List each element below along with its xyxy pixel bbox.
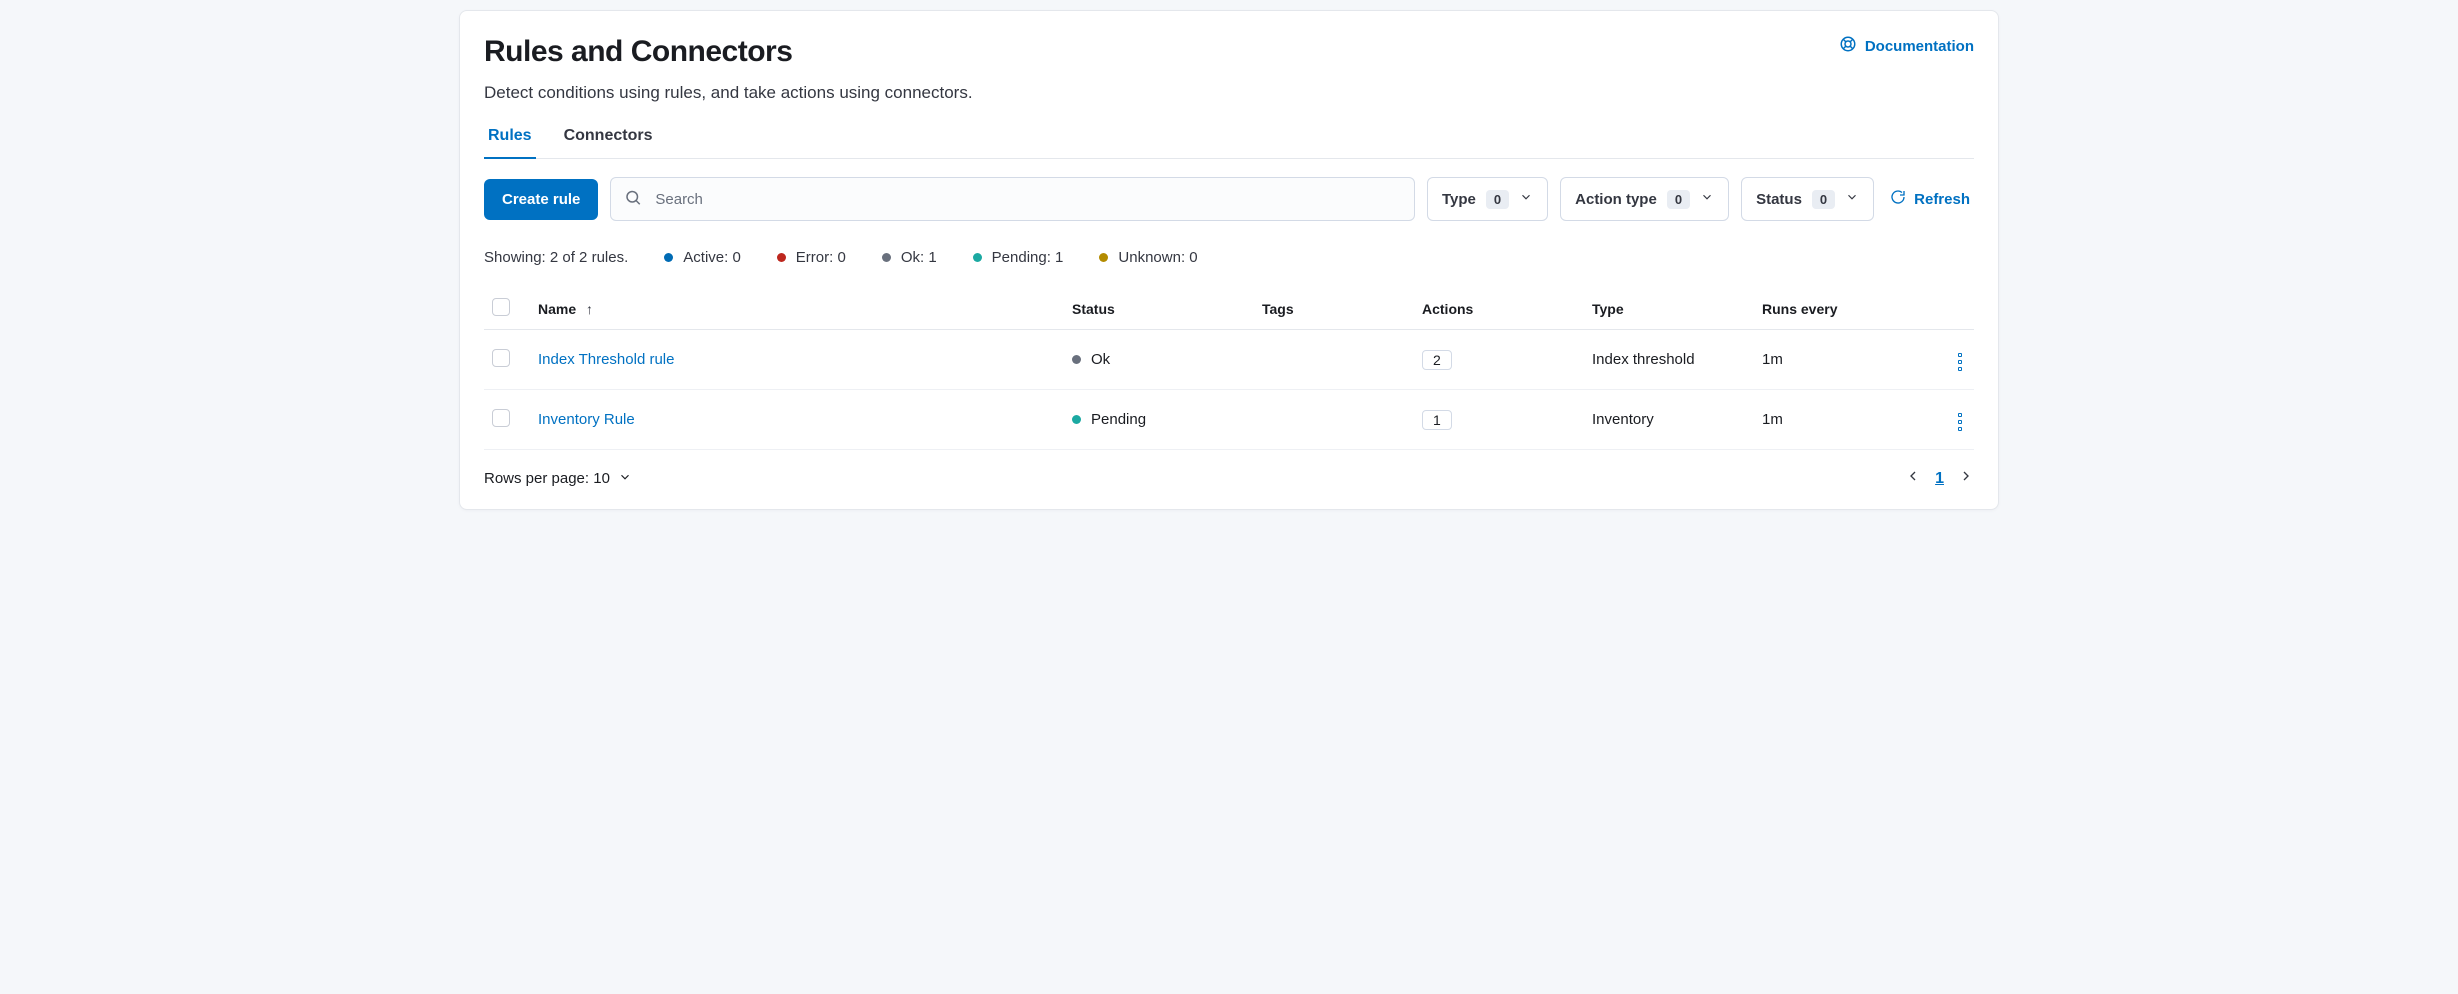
search-icon <box>624 189 642 210</box>
dot-icon <box>1072 415 1081 424</box>
col-actions[interactable]: Actions <box>1414 288 1584 330</box>
rule-type: Inventory <box>1584 390 1754 450</box>
tab-connectors[interactable]: Connectors <box>560 117 657 159</box>
chevron-down-icon <box>618 470 632 488</box>
col-name-label: Name <box>538 301 576 317</box>
rules-connectors-panel: Rules and Connectors Documentation Detec… <box>459 10 1999 510</box>
filter-action-type-label: Action type <box>1575 191 1657 208</box>
status-pending-label: Pending: 1 <box>992 249 1064 266</box>
status-summary: Showing: 2 of 2 rules. Active: 0 Error: … <box>484 249 1974 266</box>
rule-status: Ok <box>1072 351 1110 368</box>
row-checkbox[interactable] <box>492 349 510 367</box>
rule-actions-count: 1 <box>1422 410 1452 430</box>
rule-name-link[interactable]: Index Threshold rule <box>538 351 674 368</box>
table-row: Index Threshold rule Ok 2 Index threshol… <box>484 330 1974 390</box>
status-ok: Ok: 1 <box>882 249 937 266</box>
chevron-down-icon <box>1845 190 1859 208</box>
col-name[interactable]: Name ↑ <box>530 288 1064 330</box>
status-pending: Pending: 1 <box>973 249 1064 266</box>
tab-rules[interactable]: Rules <box>484 117 536 159</box>
search-wrap <box>610 177 1415 221</box>
filter-type-label: Type <box>1442 191 1476 208</box>
refresh-icon <box>1890 189 1906 209</box>
pagination-row: Rows per page: 10 1 <box>484 468 1974 489</box>
dot-icon <box>1072 355 1081 364</box>
rule-status-label: Ok <box>1091 351 1110 368</box>
rule-actions-count: 2 <box>1422 350 1452 370</box>
chevron-down-icon <box>1519 190 1533 208</box>
status-unknown: Unknown: 0 <box>1099 249 1197 266</box>
rule-type: Index threshold <box>1584 330 1754 390</box>
tabs: Rules Connectors <box>484 117 1974 159</box>
page-subtitle: Detect conditions using rules, and take … <box>484 83 1974 103</box>
filter-status-label: Status <box>1756 191 1802 208</box>
lifebuoy-icon <box>1839 35 1857 57</box>
filter-status-count: 0 <box>1812 190 1835 209</box>
page-title: Rules and Connectors <box>484 35 792 69</box>
rule-runs-every: 1m <box>1754 390 1934 450</box>
rows-per-page-selector[interactable]: Rows per page: 10 <box>484 470 632 488</box>
chevron-down-icon <box>1700 190 1714 208</box>
status-active: Active: 0 <box>664 249 741 266</box>
rules-table: Name ↑ Status Tags Actions Type Runs eve… <box>484 288 1974 450</box>
filter-action-type-count: 0 <box>1667 190 1690 209</box>
filter-action-type-button[interactable]: Action type 0 <box>1560 177 1729 221</box>
refresh-label: Refresh <box>1914 191 1970 208</box>
col-tags[interactable]: Tags <box>1254 288 1414 330</box>
showing-text: Showing: 2 of 2 rules. <box>484 249 628 266</box>
status-error: Error: 0 <box>777 249 846 266</box>
filter-status-button[interactable]: Status 0 <box>1741 177 1874 221</box>
search-input[interactable] <box>610 177 1415 221</box>
col-select-all <box>484 288 530 330</box>
filter-type-count: 0 <box>1486 190 1509 209</box>
rule-tags <box>1254 390 1414 450</box>
sort-asc-icon: ↑ <box>586 301 593 317</box>
rows-per-page-label: Rows per page: 10 <box>484 470 610 487</box>
rule-runs-every: 1m <box>1754 330 1934 390</box>
status-unknown-label: Unknown: 0 <box>1118 249 1197 266</box>
col-status[interactable]: Status <box>1064 288 1254 330</box>
col-row-menu <box>1934 288 1974 330</box>
current-page-number[interactable]: 1 <box>1935 470 1944 488</box>
dot-icon <box>777 253 786 262</box>
next-page-button[interactable] <box>1958 468 1974 489</box>
refresh-button[interactable]: Refresh <box>1886 189 1974 209</box>
rule-name-link[interactable]: Inventory Rule <box>538 411 635 428</box>
documentation-link-label: Documentation <box>1865 38 1974 55</box>
documentation-link[interactable]: Documentation <box>1839 35 1974 57</box>
table-header-row: Name ↑ Status Tags Actions Type Runs eve… <box>484 288 1974 330</box>
row-menu-button[interactable] <box>1954 409 1966 435</box>
create-rule-button[interactable]: Create rule <box>484 179 598 220</box>
row-menu-button[interactable] <box>1954 349 1966 375</box>
status-error-label: Error: 0 <box>796 249 846 266</box>
rule-status-label: Pending <box>1091 411 1146 428</box>
header-row: Rules and Connectors Documentation <box>484 35 1974 69</box>
filter-type-button[interactable]: Type 0 <box>1427 177 1548 221</box>
table-row: Inventory Rule Pending 1 Inventory 1m <box>484 390 1974 450</box>
status-ok-label: Ok: 1 <box>901 249 937 266</box>
prev-page-button[interactable] <box>1905 468 1921 489</box>
dot-icon <box>1099 253 1108 262</box>
row-checkbox[interactable] <box>492 409 510 427</box>
dot-icon <box>973 253 982 262</box>
col-type[interactable]: Type <box>1584 288 1754 330</box>
dot-icon <box>664 253 673 262</box>
status-active-label: Active: 0 <box>683 249 741 266</box>
col-runs-every[interactable]: Runs every <box>1754 288 1934 330</box>
rule-status: Pending <box>1072 411 1146 428</box>
toolbar: Create rule Type 0 Action type 0 St <box>484 177 1974 221</box>
rule-tags <box>1254 330 1414 390</box>
dot-icon <box>882 253 891 262</box>
select-all-checkbox[interactable] <box>492 298 510 316</box>
pager: 1 <box>1905 468 1974 489</box>
